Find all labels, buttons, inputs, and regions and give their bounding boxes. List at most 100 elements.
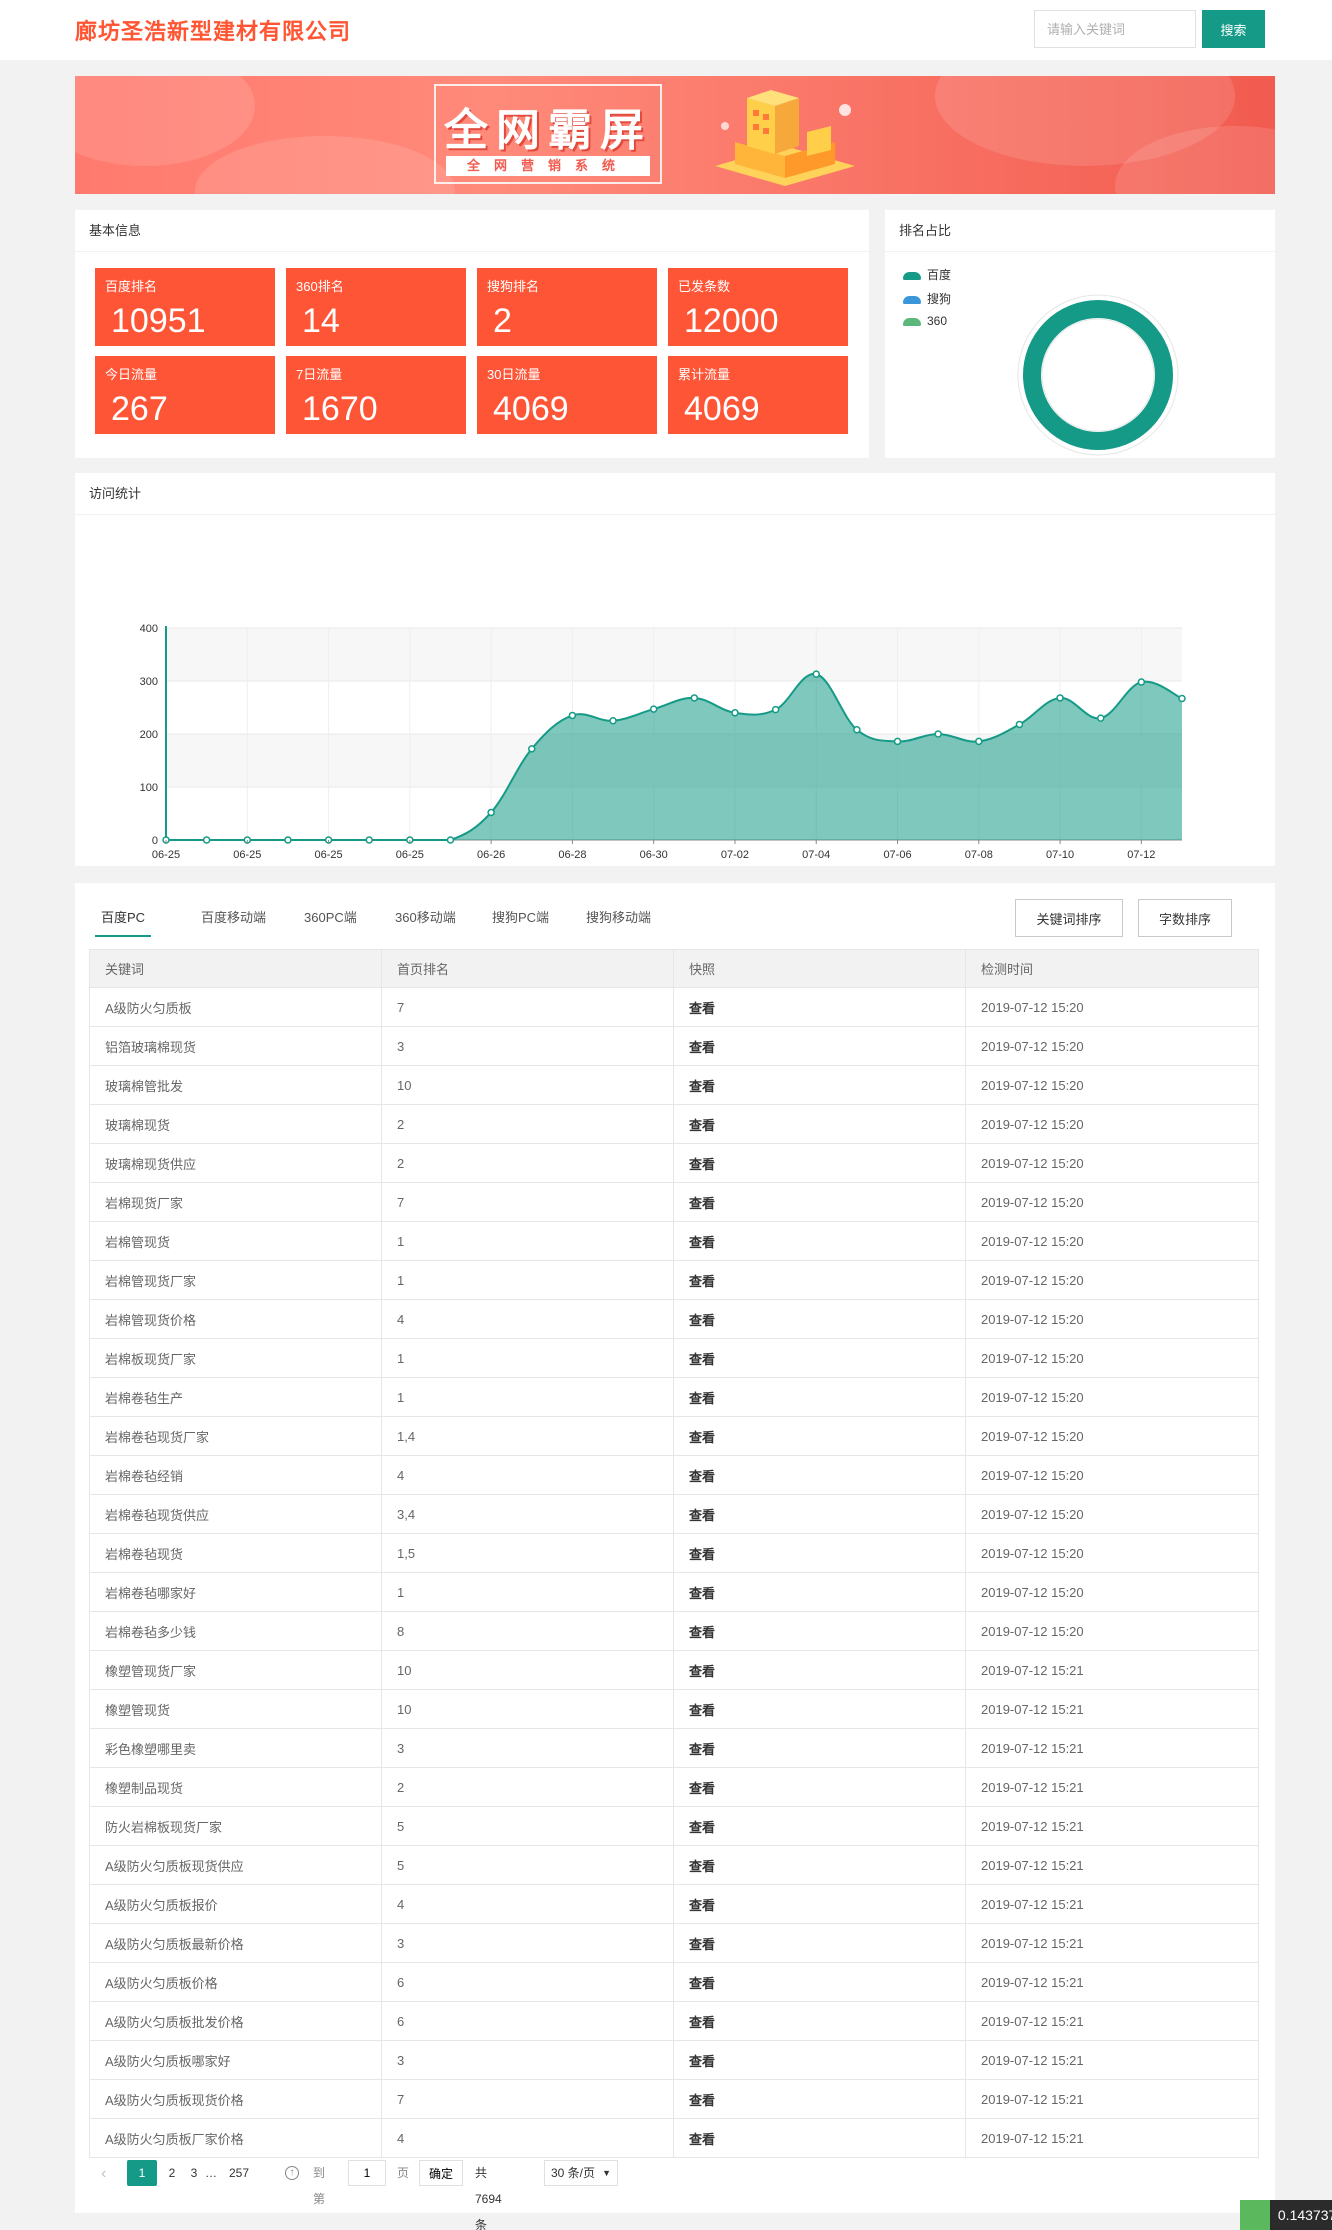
banner-title: 全网霸屏 [444, 106, 652, 155]
caret-down-icon: ▼ [602, 2168, 611, 2178]
snapshot-link[interactable]: 查看 [673, 1572, 966, 1612]
per-page-select[interactable]: 30 条/页 ▼ [544, 2160, 618, 2186]
time-cell: 2019-07-12 15:20 [965, 1260, 1259, 1300]
time-cell: 2019-07-12 15:21 [965, 1689, 1259, 1729]
keyword-cell: 岩棉板现货厂家 [89, 1338, 382, 1378]
last-page-button[interactable]: 257 [229, 2160, 249, 2186]
snapshot-link[interactable]: 查看 [673, 987, 966, 1027]
rank-cell: 1 [381, 1572, 674, 1612]
snapshot-link[interactable]: 查看 [673, 2040, 966, 2080]
tab-baidu-pc[interactable]: 百度PC [95, 907, 151, 937]
site-title[interactable]: 廊坊圣浩新型建材有限公司 [75, 14, 351, 46]
snapshot-link[interactable]: 查看 [673, 1689, 966, 1729]
search-input[interactable] [1034, 10, 1196, 48]
snapshot-link[interactable]: 查看 [673, 1533, 966, 1573]
goto-label: 到第 [313, 2166, 326, 2206]
keyword-cell: A级防火匀质板厂家价格 [89, 2118, 382, 2158]
stat-value: 12000 [684, 302, 779, 340]
x-tick-label: 07-08 [965, 849, 993, 861]
page-2-button[interactable]: 2 [161, 2160, 183, 2186]
keyword-cell: 岩棉卷毡现货供应 [89, 1494, 382, 1534]
sort-by-keyword-button[interactable]: 关键词排序 [1015, 899, 1123, 937]
table-row: 岩棉现货厂家 7 查看 2019-07-12 15:20 [89, 1182, 1259, 1222]
table-row: 岩棉卷毡哪家好 1 查看 2019-07-12 15:20 [89, 1572, 1259, 1612]
goto-confirm-button[interactable]: 确定 [419, 2160, 463, 2186]
rank-cell: 1 [381, 1260, 674, 1300]
snapshot-link[interactable]: 查看 [673, 2079, 966, 2119]
sort-by-length-button[interactable]: 字数排序 [1138, 899, 1232, 937]
rank-share-panel: 排名占比 百度 搜狗 360 [885, 210, 1275, 458]
keyword-cell: 橡塑制品现货 [89, 1767, 382, 1807]
table-row: A级防火匀质板最新价格 3 查看 2019-07-12 15:21 [89, 1923, 1259, 1963]
snapshot-link[interactable]: 查看 [673, 1962, 966, 2002]
table-row: A级防火匀质板哪家好 3 查看 2019-07-12 15:21 [89, 2040, 1259, 2080]
snapshot-link[interactable]: 查看 [673, 1182, 966, 1222]
legend-360[interactable]: 360 [903, 314, 947, 330]
snapshot-link[interactable]: 查看 [673, 2001, 966, 2041]
snapshot-link[interactable]: 查看 [673, 1923, 966, 1963]
keyword-cell: A级防火匀质板最新价格 [89, 1923, 382, 1963]
rank-cell: 2 [381, 1143, 674, 1183]
tab-sogou-pc[interactable]: 搜狗PC端 [492, 907, 549, 937]
time-cell: 2019-07-12 15:21 [965, 2040, 1259, 2080]
keyword-cell: 岩棉管现货 [89, 1221, 382, 1261]
data-point [202, 836, 211, 844]
legend-label: 搜狗 [927, 292, 952, 306]
legend-label: 百度 [927, 268, 952, 282]
table-row: 玻璃棉现货 2 查看 2019-07-12 15:20 [89, 1104, 1259, 1144]
snapshot-link[interactable]: 查看 [673, 1299, 966, 1339]
snapshot-link[interactable]: 查看 [673, 1143, 966, 1183]
snapshot-link[interactable]: 查看 [673, 1377, 966, 1417]
snapshot-link[interactable]: 查看 [673, 1845, 966, 1885]
rank-cell: 4 [381, 1455, 674, 1495]
time-cell: 2019-07-12 15:21 [965, 1650, 1259, 1690]
time-cell: 2019-07-12 15:20 [965, 1494, 1259, 1534]
rank-cell: 6 [381, 1962, 674, 2002]
tab-360-mobile[interactable]: 360移动端 [395, 907, 456, 937]
data-point [487, 808, 495, 817]
snapshot-link[interactable]: 查看 [673, 1884, 966, 1924]
time-cell: 2019-07-12 15:20 [965, 1026, 1259, 1066]
tab-360-pc[interactable]: 360PC端 [304, 907, 357, 937]
y-tick-label: 100 [140, 782, 158, 794]
snapshot-link[interactable]: 查看 [673, 1416, 966, 1456]
prev-page-button[interactable]: ‹ [101, 2165, 106, 2183]
snapshot-link[interactable]: 查看 [673, 1104, 966, 1144]
snapshot-link[interactable]: 查看 [673, 1650, 966, 1690]
tab-baidu-mobile[interactable]: 百度移动端 [201, 907, 266, 937]
tab-sogou-mobile[interactable]: 搜狗移动端 [586, 907, 651, 937]
snapshot-link[interactable]: 查看 [673, 1221, 966, 1261]
snapshot-link[interactable]: 查看 [673, 1611, 966, 1651]
snapshot-link[interactable]: 查看 [673, 1767, 966, 1807]
snapshot-link[interactable]: 查看 [673, 1338, 966, 1378]
legend-sogou[interactable]: 搜狗 [903, 290, 951, 306]
page-3-button[interactable]: 3 [187, 2160, 201, 2186]
time-cell: 2019-07-12 15:21 [965, 1884, 1259, 1924]
legend-swatch [903, 271, 921, 280]
page-1-button[interactable]: 1 [127, 2160, 157, 2186]
snapshot-link[interactable]: 查看 [673, 1260, 966, 1300]
snapshot-link[interactable]: 查看 [673, 1065, 966, 1105]
rank-cell: 1,4 [381, 1416, 674, 1456]
rank-cell: 10 [381, 1065, 674, 1105]
time-cell: 2019-07-12 15:20 [965, 1221, 1259, 1261]
table-row: 玻璃棉现货供应 2 查看 2019-07-12 15:20 [89, 1143, 1259, 1183]
page-number-input[interactable] [348, 2160, 386, 2186]
snapshot-link[interactable]: 查看 [673, 2118, 966, 2158]
snapshot-link[interactable]: 查看 [673, 1806, 966, 1846]
snapshot-link[interactable]: 查看 [673, 1728, 966, 1768]
time-cell: 2019-07-12 15:21 [965, 1923, 1259, 1963]
time-cell: 2019-07-12 15:21 [965, 1728, 1259, 1768]
stat-value: 14 [302, 302, 340, 340]
snapshot-link[interactable]: 查看 [673, 1455, 966, 1495]
snapshot-link[interactable]: 查看 [673, 1026, 966, 1066]
stat-label: 30日流量 [487, 367, 541, 382]
total-count: 共 7694 条 [475, 2166, 502, 2230]
goto-icon[interactable]: ↑ [285, 2166, 299, 2180]
legend-baidu[interactable]: 百度 [903, 266, 951, 282]
keyword-cell: 岩棉管现货厂家 [89, 1260, 382, 1300]
snapshot-link[interactable]: 查看 [673, 1494, 966, 1534]
legend-swatch [903, 295, 921, 304]
visits-title: 访问统计 [75, 473, 1275, 515]
search-button[interactable]: 搜索 [1202, 10, 1265, 48]
